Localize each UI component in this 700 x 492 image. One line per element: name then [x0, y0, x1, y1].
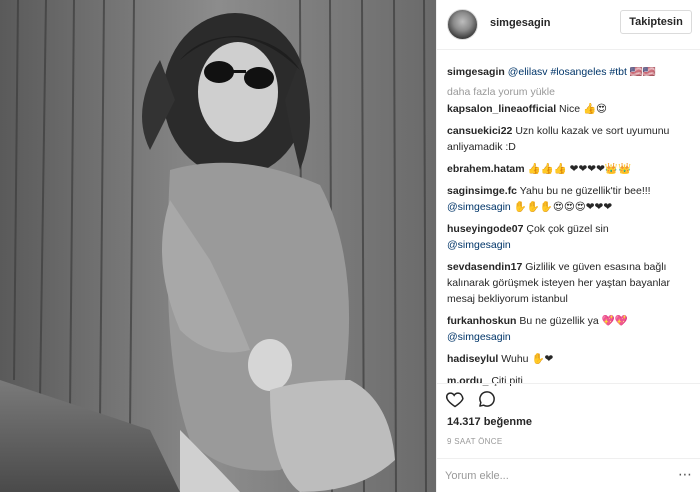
comment-mention[interactable]: @simgesagin	[447, 201, 511, 213]
post-timestamp: 9 SAAT ÖNCE	[447, 437, 503, 446]
more-icon[interactable]: ⋯	[677, 467, 693, 483]
avatar[interactable]	[447, 9, 478, 40]
comment-text: Yahu bu ne güzellik'tir bee!!!	[519, 185, 651, 197]
comment-username[interactable]: ebrahem.hatam	[447, 163, 525, 175]
load-more-comments[interactable]: daha fazla yorum yükle	[447, 86, 691, 98]
comment-text: Wuhu ✋❤	[501, 353, 554, 365]
comment-username[interactable]: saginsimge.fc	[447, 185, 517, 197]
following-button[interactable]: Takiptesin	[620, 10, 692, 34]
caption-username[interactable]: simgesagin	[447, 66, 505, 78]
comment-item: ebrahem.hatam 👍👍👍 ❤❤❤❤👑👑	[447, 161, 691, 177]
comment-item: saginsimge.fc Yahu bu ne güzellik'tir be…	[447, 183, 691, 215]
comment-input[interactable]	[445, 467, 675, 485]
comment-username[interactable]: furkanhoskun	[447, 315, 516, 327]
comment-item: kapsalon_lineaofficial Nice 👍😍	[447, 101, 691, 117]
comment-item: sevdasendin17 Gizlilik ve güven esasına …	[447, 259, 691, 307]
comment-text: 👍👍👍 ❤❤❤❤👑👑	[527, 163, 632, 175]
comment-mention[interactable]: @simgesagin	[447, 331, 511, 343]
comment-username[interactable]: sevdasendin17	[447, 261, 522, 273]
caption: simgesagin @elilasv #losangeles #tbt 🇺🇸🇺…	[447, 64, 691, 80]
comment-username[interactable]: cansuekici22	[447, 125, 512, 137]
photo-image	[0, 0, 436, 492]
comment-emoji: ✋✋✋😍😍😍❤❤❤	[510, 201, 613, 213]
comment-item: huseyingode07 Çok çok güzel sin @simgesa…	[447, 221, 691, 253]
comment-icon[interactable]	[477, 389, 497, 412]
comment-item: hadiseylul Wuhu ✋❤	[447, 351, 691, 367]
heart-icon[interactable]	[445, 389, 465, 412]
comment-username[interactable]: huseyingode07	[447, 223, 523, 235]
action-bar	[437, 383, 700, 413]
comment-item: furkanhoskun Bu ne güzellik ya 💖💖 @simge…	[447, 313, 691, 345]
comment-mention[interactable]: @simgesagin	[447, 239, 511, 251]
comment-text: Nice 👍😍	[559, 103, 607, 115]
comment-item: cansuekici22 Uzn kollu kazak ve sort uyu…	[447, 123, 691, 155]
post-photo[interactable]	[0, 0, 436, 492]
comment-text: Bu ne güzellik ya 💖💖	[519, 315, 628, 327]
comment-username[interactable]: kapsalon_lineaofficial	[447, 103, 556, 115]
post-header: simgesagin Takiptesin	[437, 0, 700, 50]
comment-username[interactable]: hadiseylul	[447, 353, 498, 365]
comment-bar: ⋯	[437, 458, 700, 492]
post-sidebar: simgesagin Takiptesin simgesagin @elilas…	[436, 0, 700, 492]
header-username[interactable]: simgesagin	[490, 17, 551, 29]
like-count[interactable]: 14.317 beğenme	[447, 416, 532, 428]
comment-text: Çok çok güzel sin	[526, 223, 609, 235]
caption-text[interactable]: @elilasv #losangeles #tbt 🇺🇸🇺🇸	[508, 66, 656, 78]
comment-list: simgesagin @elilasv #losangeles #tbt 🇺🇸🇺…	[437, 64, 700, 395]
